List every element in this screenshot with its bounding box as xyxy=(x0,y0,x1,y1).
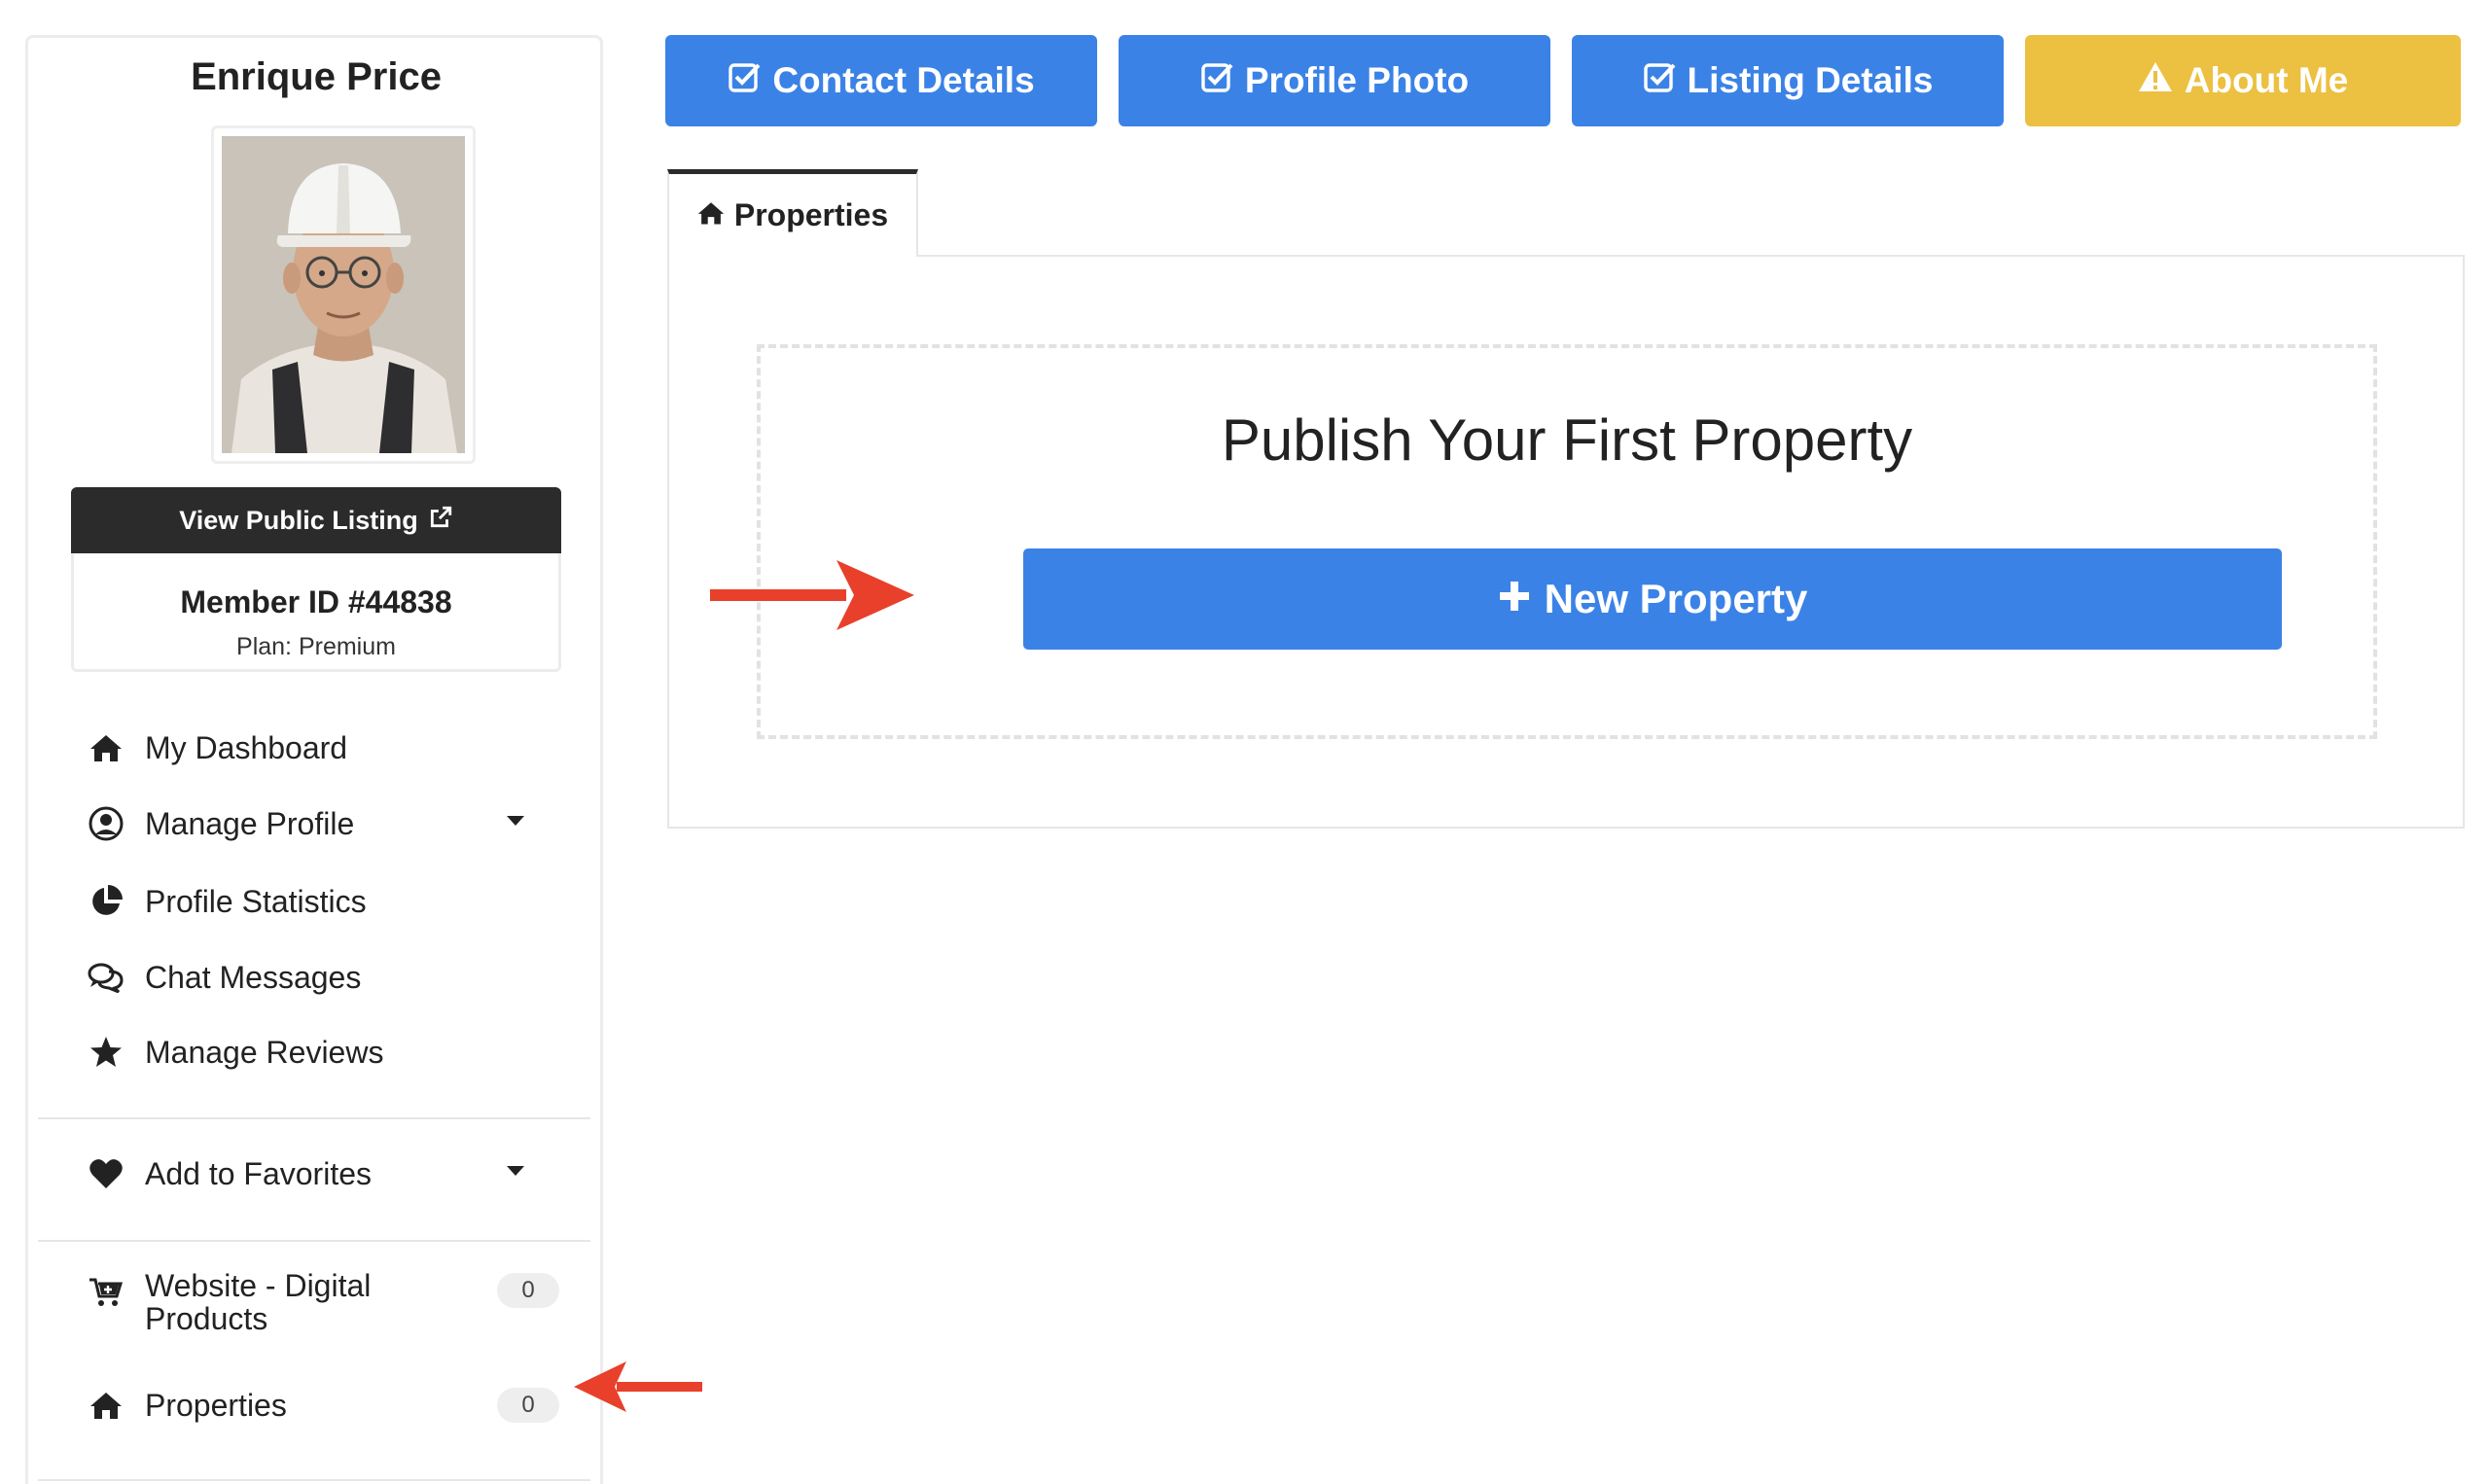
sidebar-item-add-to-favorites[interactable]: Add to Favorites xyxy=(87,1145,573,1203)
sidebar-item-label: Add to Favorites xyxy=(145,1155,372,1191)
annotation-arrow-right-icon xyxy=(710,560,914,630)
plus-icon xyxy=(1498,576,1531,622)
step-label: Profile Photo xyxy=(1244,60,1470,100)
profile-photo-button[interactable]: Profile Photo xyxy=(1119,35,1550,126)
step-label: Listing Details xyxy=(1687,60,1934,100)
tab-properties[interactable]: Properties xyxy=(667,169,918,257)
sidebar-item-label: Chat Messages xyxy=(145,959,362,995)
properties-panel: Publish Your First Property New Property xyxy=(667,255,2465,829)
step-label: Contact Details xyxy=(772,60,1035,100)
view-public-listing-label: View Public Listing xyxy=(179,505,418,535)
home-icon xyxy=(87,728,125,767)
sidebar-item-label: Manage Reviews xyxy=(145,1034,384,1070)
profile-photo xyxy=(222,136,465,453)
plan-label: Plan: Premium xyxy=(236,633,396,660)
warning-icon xyxy=(2138,60,2173,101)
contact-details-button[interactable]: Contact Details xyxy=(665,35,1097,126)
sidebar-item-label: My Dashboard xyxy=(145,729,348,765)
sidebar-item-label: Properties xyxy=(145,1387,287,1423)
profile-photo-frame xyxy=(211,125,476,464)
sidebar-divider xyxy=(38,1479,590,1481)
check-square-icon xyxy=(1200,60,1233,102)
star-icon xyxy=(87,1033,125,1072)
pie-chart-icon xyxy=(87,882,125,921)
listing-details-button[interactable]: Listing Details xyxy=(1572,35,2004,126)
heart-icon xyxy=(87,1154,125,1193)
empty-state-box: Publish Your First Property New Property xyxy=(757,344,2377,739)
count-badge: 0 xyxy=(497,1273,559,1308)
view-public-listing-button[interactable]: View Public Listing xyxy=(71,487,561,553)
member-name: Enrique Price xyxy=(191,55,442,98)
check-square-icon xyxy=(1643,60,1676,102)
about-me-button[interactable]: About Me xyxy=(2025,35,2461,126)
empty-state-title: Publish Your First Property xyxy=(1221,407,1913,473)
sidebar-item-properties[interactable]: Properties 0 xyxy=(87,1376,573,1434)
count-badge: 0 xyxy=(497,1388,559,1423)
sidebar-item-manage-profile[interactable]: Manage Profile xyxy=(87,795,573,853)
sidebar-item-website-digital-products[interactable]: Website - Digital Products 0 xyxy=(87,1269,573,1339)
sidebar-divider xyxy=(38,1240,590,1242)
external-link-icon xyxy=(428,505,453,537)
sidebar-item-label-line1: Website - Digital xyxy=(145,1268,372,1303)
page: Enrique Price View Public Listing Member… xyxy=(0,0,2490,1484)
sidebar-item-my-dashboard[interactable]: My Dashboard xyxy=(87,719,573,777)
sidebar-item-label: Profile Statistics xyxy=(145,883,367,919)
annotation-arrow-left-icon xyxy=(574,1361,702,1412)
sidebar-item-label: Website - Digital Products xyxy=(145,1269,371,1335)
sidebar-item-label-line2: Products xyxy=(145,1301,268,1336)
member-id: Member ID #44838 xyxy=(180,584,452,619)
chat-bubbles-icon xyxy=(87,958,125,997)
sidebar-divider xyxy=(38,1117,590,1119)
chevron-down-icon xyxy=(507,816,524,826)
sidebar: Enrique Price View Public Listing Member… xyxy=(25,35,603,1484)
home-icon xyxy=(697,197,725,233)
step-label: About Me xyxy=(2184,60,2349,100)
sidebar-item-manage-reviews[interactable]: Manage Reviews xyxy=(87,1023,573,1081)
sidebar-item-label: Manage Profile xyxy=(145,805,355,841)
chevron-down-icon xyxy=(507,1166,524,1176)
cart-icon xyxy=(87,1273,125,1312)
home-icon xyxy=(87,1386,125,1425)
sidebar-item-profile-statistics[interactable]: Profile Statistics xyxy=(87,872,573,931)
new-property-button[interactable]: New Property xyxy=(1023,548,2282,650)
tab-label: Properties xyxy=(733,197,889,232)
new-property-label: New Property xyxy=(1544,576,1808,621)
sidebar-item-chat-messages[interactable]: Chat Messages xyxy=(87,948,573,1007)
user-circle-icon xyxy=(87,804,125,843)
check-square-icon xyxy=(728,60,761,102)
